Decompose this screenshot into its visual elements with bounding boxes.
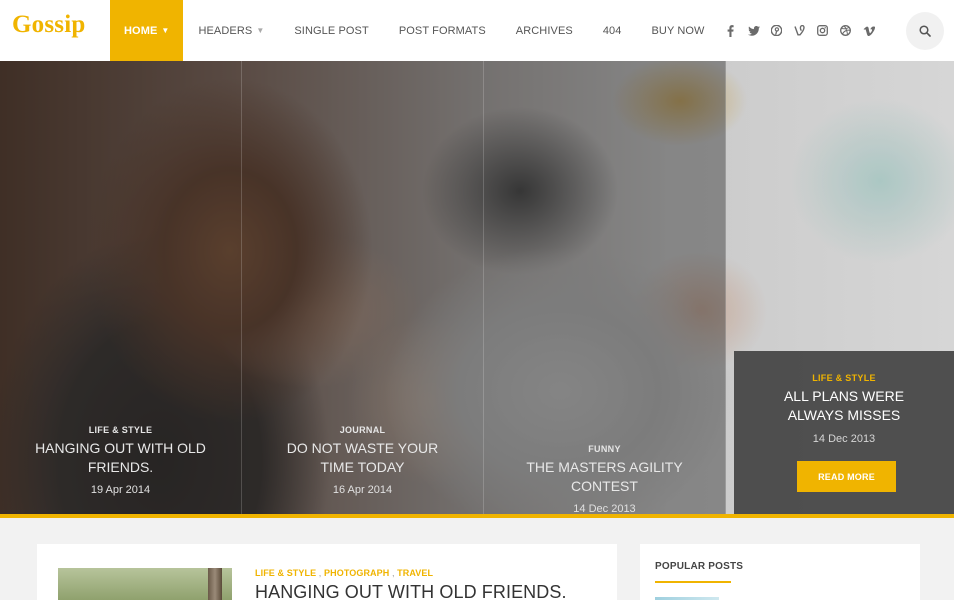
nav-item-archives[interactable]: ARCHIVES bbox=[501, 0, 588, 61]
dribbble-icon[interactable] bbox=[834, 23, 857, 39]
slide-date: 19 Apr 2014 bbox=[90, 484, 151, 496]
hero-slide-1[interactable]: LIFE & STYLE HANGING OUT WITH OLD FRIEND… bbox=[0, 61, 241, 515]
featured-category[interactable]: LIFE & STYLE bbox=[734, 373, 954, 383]
nav-item-headers[interactable]: HEADERS ▼ bbox=[183, 0, 279, 61]
widget-title-underline bbox=[655, 581, 731, 583]
nav-item-single-post[interactable]: SINGLE POST bbox=[279, 0, 383, 61]
featured-slide-box: LIFE & STYLE ALL PLANS WERE ALWAYS MISSE… bbox=[734, 351, 954, 515]
site-header: Gossip HOME ▼ HEADERS ▼ SINGLE POST POST… bbox=[0, 0, 954, 61]
slide-title[interactable]: HANGING OUT WITH OLD FRIENDS. bbox=[0, 439, 241, 477]
post-title[interactable]: HANGING OUT WITH OLD FRIENDS. bbox=[255, 582, 567, 600]
widget-title: POPULAR POSTS bbox=[655, 561, 744, 572]
nav-label: HEADERS bbox=[198, 24, 253, 37]
nav-item-post-formats[interactable]: POST FORMATS bbox=[384, 0, 501, 61]
slide-category[interactable]: FUNNY bbox=[484, 444, 725, 454]
hero-slider: LIFE & STYLE HANGING OUT WITH OLD FRIEND… bbox=[0, 61, 954, 515]
search-icon bbox=[919, 25, 931, 37]
nav-label: 404 bbox=[602, 24, 622, 37]
slide-title[interactable]: DO NOT WASTE YOUR TIME TODAY bbox=[242, 439, 483, 477]
thumbnail-detail bbox=[208, 568, 222, 600]
nav-label: SINGLE POST bbox=[294, 24, 369, 37]
slide-caption: JOURNAL DO NOT WASTE YOUR TIME TODAY 16 … bbox=[242, 425, 483, 496]
site-logo[interactable]: Gossip bbox=[12, 11, 85, 39]
nav-label: POST FORMATS bbox=[398, 24, 486, 37]
vimeo-icon[interactable] bbox=[857, 23, 880, 39]
nav-item-404[interactable]: 404 bbox=[588, 0, 637, 61]
nav-item-buy-now[interactable]: BUY NOW bbox=[636, 0, 719, 61]
featured-date: 14 Dec 2013 bbox=[812, 433, 876, 445]
hero-slide-2[interactable]: JOURNAL DO NOT WASTE YOUR TIME TODAY 16 … bbox=[242, 61, 483, 515]
popular-posts-widget: POPULAR POSTS bbox=[640, 544, 920, 600]
social-links bbox=[719, 0, 880, 61]
slide-category[interactable]: LIFE & STYLE bbox=[0, 425, 241, 435]
hero-slide-3[interactable]: FUNNY THE MASTERS AGILITY CONTEST 14 Dec… bbox=[484, 61, 725, 515]
search-button[interactable] bbox=[906, 12, 944, 50]
post-card: LIFE & STYLE , PHOTOGRAPH , TRAVEL HANGI… bbox=[37, 544, 617, 600]
post-categories: LIFE & STYLE , PHOTOGRAPH , TRAVEL bbox=[255, 568, 434, 578]
nav-label: ARCHIVES bbox=[515, 24, 573, 37]
facebook-icon[interactable] bbox=[719, 23, 742, 39]
post-category-link[interactable]: LIFE & STYLE bbox=[255, 568, 316, 578]
post-category-link[interactable]: TRAVEL bbox=[397, 568, 433, 578]
slide-caption: FUNNY THE MASTERS AGILITY CONTEST 14 Dec… bbox=[484, 444, 725, 515]
chevron-down-icon: ▼ bbox=[161, 26, 170, 35]
twitter-icon[interactable] bbox=[742, 23, 765, 39]
featured-title[interactable]: ALL PLANS WERE ALWAYS MISSES bbox=[734, 387, 954, 425]
main-nav: HOME ▼ HEADERS ▼ SINGLE POST POST FORMAT… bbox=[110, 0, 720, 61]
nav-item-home[interactable]: HOME ▼ bbox=[110, 0, 184, 61]
post-category-link[interactable]: PHOTOGRAPH bbox=[324, 568, 389, 578]
chevron-down-icon: ▼ bbox=[256, 26, 265, 35]
slide-divider bbox=[725, 61, 726, 515]
instagram-icon[interactable] bbox=[811, 23, 834, 39]
slide-title[interactable]: THE MASTERS AGILITY CONTEST bbox=[484, 458, 725, 496]
pinterest-icon[interactable] bbox=[765, 23, 788, 39]
read-more-button[interactable]: READ MORE bbox=[797, 461, 896, 492]
slide-caption: LIFE & STYLE HANGING OUT WITH OLD FRIEND… bbox=[0, 425, 241, 496]
vine-icon[interactable] bbox=[788, 23, 811, 39]
slide-category[interactable]: JOURNAL bbox=[242, 425, 483, 435]
post-thumbnail[interactable] bbox=[58, 568, 232, 600]
accent-bar bbox=[0, 514, 954, 518]
nav-label: HOME bbox=[124, 24, 158, 37]
slide-date: 16 Apr 2014 bbox=[332, 484, 393, 496]
nav-label: BUY NOW bbox=[651, 24, 705, 37]
